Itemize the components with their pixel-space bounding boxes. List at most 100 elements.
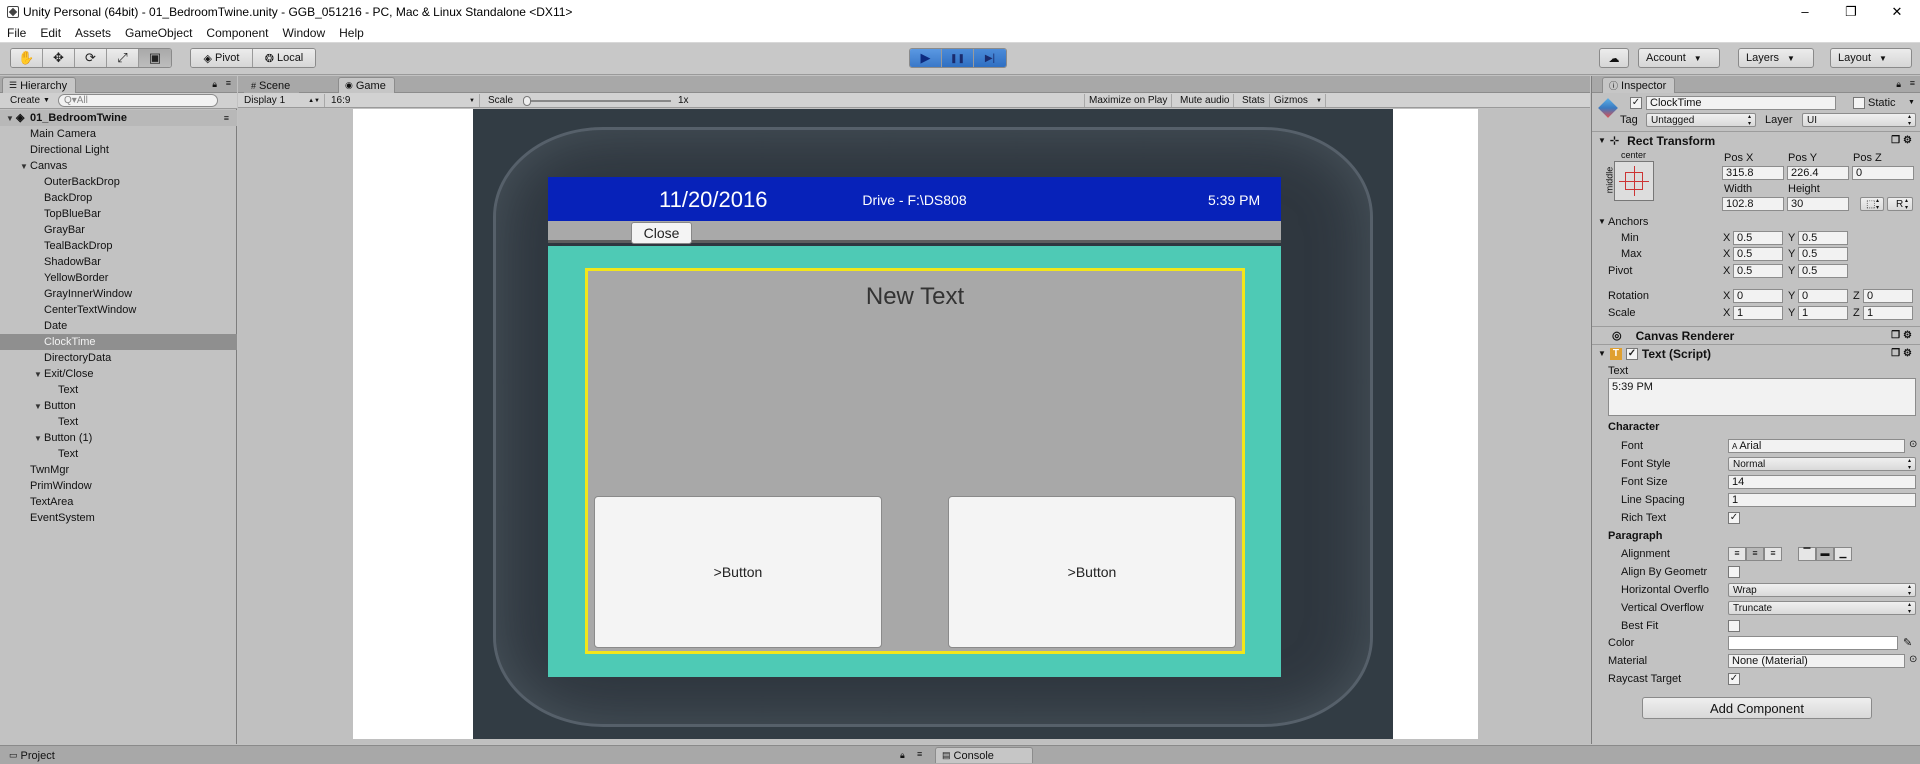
expand-arrow-icon[interactable]: ▼: [1598, 217, 1606, 226]
hierarchy-item[interactable]: CenterTextWindow: [0, 302, 237, 318]
hierarchy-item[interactable]: TopBlueBar: [0, 206, 237, 222]
menu-gameobject[interactable]: GameObject: [118, 26, 199, 40]
cloud-button[interactable]: ☁: [1599, 48, 1629, 68]
local-button[interactable]: ❂ Local: [253, 49, 315, 67]
rotation-z-field[interactable]: 0: [1863, 289, 1913, 303]
hierarchy-item[interactable]: BackDrop: [0, 190, 237, 206]
font-style-dropdown[interactable]: Normal: [1728, 457, 1916, 471]
scale-z-field[interactable]: 1: [1863, 306, 1913, 320]
rect-tool-icon[interactable]: ▣: [139, 49, 171, 67]
close-window-button[interactable]: ✕: [1874, 0, 1920, 23]
align-right-icon[interactable]: ≡: [1764, 547, 1782, 561]
tab-project[interactable]: ▭ Project: [2, 747, 64, 763]
display-dropdown[interactable]: Display 1 ▲▼: [240, 94, 325, 107]
menu-assets[interactable]: Assets: [68, 26, 118, 40]
chevron-down-icon[interactable]: ▼: [1908, 99, 1915, 106]
tag-dropdown[interactable]: Untagged: [1646, 113, 1756, 127]
scale-slider-handle[interactable]: [523, 96, 531, 106]
menu-window[interactable]: Window: [275, 26, 332, 40]
expand-arrow-icon[interactable]: ▼: [34, 434, 44, 443]
expand-arrow-icon[interactable]: ▼: [34, 370, 44, 379]
line-spacing-field[interactable]: 1: [1728, 493, 1916, 507]
panel-menu-icon[interactable]: ≡: [917, 749, 922, 759]
anchor-min-y-field[interactable]: 0.5: [1798, 231, 1848, 245]
raw-edit-button[interactable]: R: [1887, 197, 1913, 211]
text-enabled-checkbox[interactable]: ✓: [1625, 347, 1638, 360]
horizontal-overflow-dropdown[interactable]: Wrap: [1728, 583, 1916, 597]
hierarchy-item[interactable]: ShadowBar: [0, 254, 237, 270]
hierarchy-item[interactable]: EventSystem: [0, 510, 237, 526]
align-top-icon[interactable]: ▔: [1798, 547, 1816, 561]
hierarchy-item[interactable]: Text: [0, 382, 237, 398]
text-value-area[interactable]: 5:39 PM: [1608, 378, 1916, 416]
play-button[interactable]: ▶: [910, 49, 942, 67]
anchor-preset-button[interactable]: [1614, 161, 1654, 201]
move-tool-icon[interactable]: ✥: [43, 49, 75, 67]
choice-button-left[interactable]: >Button: [594, 496, 882, 648]
scene-menu-icon[interactable]: ≡: [224, 113, 229, 123]
align-left-icon[interactable]: ≡: [1728, 547, 1746, 561]
height-field[interactable]: 30: [1787, 197, 1849, 211]
raycast-target-checkbox[interactable]: ✓: [1728, 673, 1740, 685]
hierarchy-item[interactable]: DirectoryData: [0, 350, 237, 366]
expand-arrow-icon[interactable]: ▼: [34, 402, 44, 411]
hierarchy-item[interactable]: ▼ Canvas: [0, 158, 237, 174]
scale-x-field[interactable]: 1: [1733, 306, 1783, 320]
tab-console[interactable]: ▤ Console: [935, 747, 1033, 763]
panel-menu-icon[interactable]: ≡: [226, 78, 231, 88]
scale-slider[interactable]: [523, 96, 671, 106]
gizmos-dropdown[interactable]: Gizmos ▼: [1270, 94, 1326, 107]
layer-dropdown[interactable]: UI: [1802, 113, 1916, 127]
maximize-on-play-toggle[interactable]: Maximize on Play: [1084, 94, 1173, 107]
expand-arrow-icon[interactable]: ▼: [1598, 136, 1606, 145]
lock-icon[interactable]: 🔒︎: [900, 750, 905, 761]
hierarchy-item[interactable]: PrimWindow: [0, 478, 237, 494]
align-middle-icon[interactable]: ▬: [1816, 547, 1834, 561]
rotation-y-field[interactable]: 0: [1798, 289, 1848, 303]
color-swatch[interactable]: [1728, 636, 1898, 650]
aspect-dropdown[interactable]: 16:9 ▼: [327, 94, 480, 107]
minimize-button[interactable]: –: [1782, 0, 1828, 23]
tab-hierarchy[interactable]: ☰ Hierarchy: [2, 77, 77, 93]
expand-arrow-icon[interactable]: ▼: [1598, 349, 1606, 358]
account-dropdown[interactable]: Account ▼: [1638, 48, 1720, 68]
align-bottom-icon[interactable]: ▁: [1834, 547, 1852, 561]
component-menu-icon[interactable]: ❐⚙: [1891, 330, 1915, 341]
pivot-button[interactable]: ◈ Pivot: [191, 49, 253, 67]
font-field[interactable]: A Arial: [1728, 439, 1905, 453]
object-name-field[interactable]: ClockTime: [1646, 96, 1836, 110]
panel-menu-icon[interactable]: ≡: [1910, 78, 1915, 88]
scene-root[interactable]: ▼ ◈ 01_BedroomTwine ≡: [0, 110, 237, 126]
canvas-renderer-header[interactable]: ◎ Canvas Renderer ❐⚙: [1592, 326, 1920, 344]
pos-y-field[interactable]: 226.4: [1787, 166, 1849, 180]
hierarchy-item[interactable]: OuterBackDrop: [0, 174, 237, 190]
hierarchy-item[interactable]: ClockTime: [0, 334, 237, 350]
layers-dropdown[interactable]: Layers ▼: [1738, 48, 1814, 68]
stats-toggle[interactable]: Stats: [1238, 94, 1270, 107]
rect-transform-header[interactable]: ▼ ⊹ Rect Transform ❐⚙: [1592, 131, 1920, 149]
hierarchy-search-input[interactable]: Q▾All: [57, 94, 218, 107]
expand-arrow-icon[interactable]: ▼: [6, 114, 16, 123]
hierarchy-item[interactable]: TwnMgr: [0, 462, 237, 478]
pivot-x-field[interactable]: 0.5: [1733, 264, 1783, 278]
component-menu-icon[interactable]: ❐⚙: [1891, 348, 1915, 359]
component-menu-icon[interactable]: ❐⚙: [1891, 135, 1915, 146]
hierarchy-item[interactable]: ▼ Exit/Close: [0, 366, 237, 382]
material-field[interactable]: None (Material): [1728, 654, 1905, 668]
pos-z-field[interactable]: 0: [1852, 166, 1914, 180]
maximize-button[interactable]: ❐: [1828, 0, 1874, 23]
active-checkbox[interactable]: ✓: [1630, 97, 1642, 109]
step-button[interactable]: ▶|: [974, 49, 1006, 67]
hierarchy-item[interactable]: YellowBorder: [0, 270, 237, 286]
tab-inspector[interactable]: ⓘ Inspector: [1602, 77, 1676, 93]
hierarchy-item[interactable]: TealBackDrop: [0, 238, 237, 254]
layout-dropdown[interactable]: Layout ▼: [1830, 48, 1912, 68]
pos-x-field[interactable]: 315.8: [1722, 166, 1784, 180]
hand-tool-icon[interactable]: ✋: [11, 49, 43, 67]
font-size-field[interactable]: 14: [1728, 475, 1916, 489]
anchor-min-x-field[interactable]: 0.5: [1733, 231, 1783, 245]
static-checkbox[interactable]: [1853, 97, 1865, 109]
menu-edit[interactable]: Edit: [33, 26, 68, 40]
anchor-max-y-field[interactable]: 0.5: [1798, 247, 1848, 261]
align-center-icon[interactable]: ≡: [1746, 547, 1764, 561]
